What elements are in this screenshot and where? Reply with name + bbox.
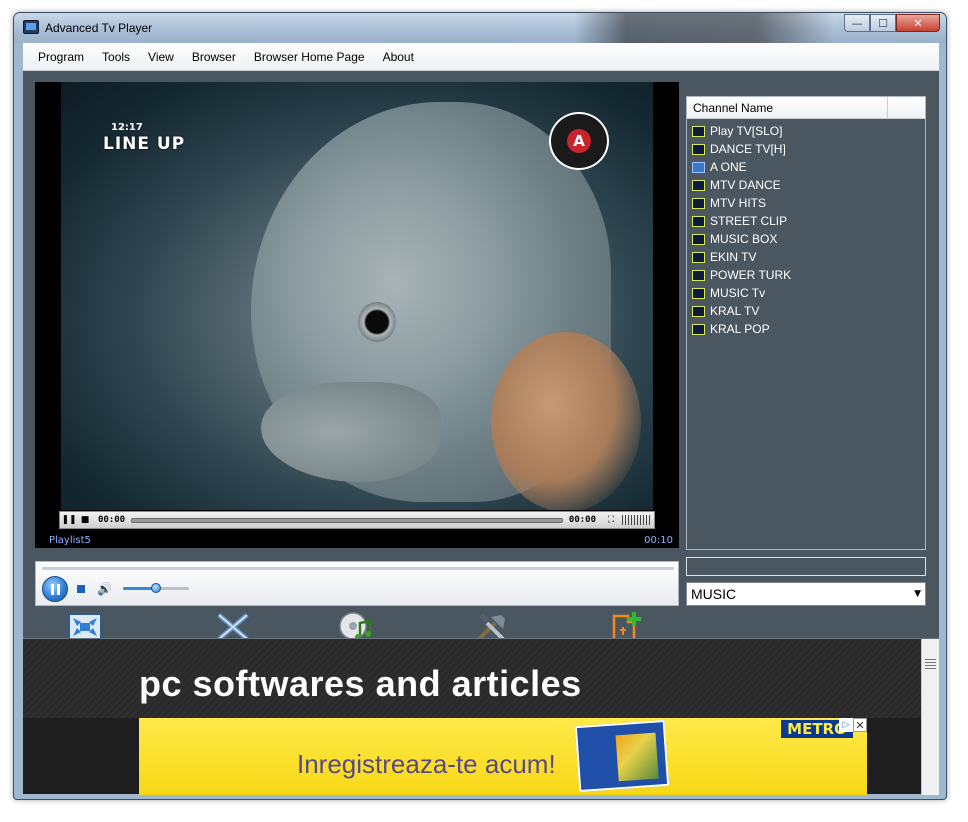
player-client-area: 12:17 LINE UP A ❚❚ ■ 00:00 00:00 ⛶ Playl… [23,71,939,642]
channel-label: MTV HITS [710,196,766,210]
channel-list: Play TV[SLO] DANCE TV[H] A ONE MTV DANCE MTV… [687,119,925,338]
category-dropdown[interactable]: MUSIC ▼ [686,582,926,606]
menu-browser[interactable]: Browser [183,50,245,64]
embedded-volume-icon[interactable] [622,515,650,525]
channel-label: EKIN TV [710,250,757,264]
ad-card-image [574,719,670,793]
channel-logo: A [549,112,609,170]
embedded-browser[interactable]: pc softwares and articles Inregistreaza-… [23,638,939,795]
embedded-controls: ❚❚ ■ 00:00 00:00 ⛶ [59,511,655,529]
channel-logo-letter: A [567,129,591,153]
channel-item[interactable]: KRAL TV [692,302,925,320]
window-title: Advanced Tv Player [45,21,153,35]
tv-icon [692,233,705,245]
category-value: MUSIC [691,586,737,602]
embedded-stop-icon[interactable]: ■ [78,513,92,527]
app-tv-icon[interactable] [23,20,39,34]
title-watermark [574,13,834,43]
channel-item[interactable]: MUSIC Tv [692,284,925,302]
tv-icon [692,305,705,317]
channel-name-column[interactable]: Channel Name [687,97,888,118]
menu-browser-home-page[interactable]: Browser Home Page [245,50,374,64]
minimize-button[interactable]: — [844,14,870,32]
embedded-fullscreen-icon[interactable]: ⛶ [604,513,618,527]
channel-list-panel: Channel Name Play TV[SLO] DANCE TV[H] A ON… [686,96,926,550]
channel-item[interactable]: MTV DANCE [692,176,925,194]
site-tagline: pc softwares and articles [139,663,582,704]
channel-item[interactable]: DANCE TV[H] [692,140,925,158]
tv-icon [692,251,705,263]
tv-icon [692,125,705,137]
video-fish-fin [491,332,641,510]
seek-bar[interactable] [42,567,674,570]
close-button[interactable]: ✕ [896,14,940,32]
menu-about[interactable]: About [374,50,423,64]
video-osd-time: 12:17 [111,122,143,133]
ad-close-icon[interactable]: ✕ [853,718,867,732]
maximize-button[interactable]: ☐ [870,14,896,32]
site-header: pc softwares and articles [23,639,921,718]
tv-icon [692,287,705,299]
channel-label: MUSIC Tv [710,286,766,300]
chevron-down-icon[interactable]: ▼ [914,589,921,599]
pause-button[interactable] [42,576,68,602]
video-picture[interactable]: 12:17 LINE UP A [61,82,653,510]
video-fish-jaw [261,382,441,482]
browser-scrollbar[interactable] [921,639,939,795]
ad-card-photo [615,732,659,782]
menu-program[interactable]: Program [29,50,93,64]
channel-label: MUSIC BOX [710,232,778,246]
tv-icon [692,197,705,209]
playlist-name: Playlist5 [49,535,91,546]
player-controls: 🔊 [35,561,679,606]
channel-label: Play TV[SLO] [710,124,783,138]
menu-tools[interactable]: Tools [93,50,139,64]
playback-time: 00:10 [644,535,673,546]
channel-item[interactable]: A ONE [692,158,925,176]
ad-choices-icon[interactable]: ▷ [839,718,853,732]
tv-icon [692,161,705,173]
embedded-elapsed: 00:00 [98,515,126,525]
volume-knob[interactable] [151,583,161,593]
channel-label: KRAL POP [710,322,770,336]
channel-list-header: Channel Name [687,97,925,119]
scroll-grip-icon[interactable] [925,659,936,669]
channel-item[interactable]: KRAL POP [692,320,925,338]
window-controls: — ☐ ✕ [844,14,940,32]
channel-item[interactable]: MUSIC BOX [692,230,925,248]
volume-slider[interactable] [123,583,189,593]
app-window: Advanced Tv Player — ☐ ✕ Program Tools V… [13,12,947,800]
channel-item[interactable]: Play TV[SLO] [692,122,925,140]
tv-icon [692,215,705,227]
tv-icon [692,269,705,281]
menu-view[interactable]: View [139,50,183,64]
speaker-icon[interactable]: 🔊 [97,582,113,596]
title-bar[interactable]: Advanced Tv Player — ☐ ✕ [14,13,946,43]
tv-icon [692,323,705,335]
channel-label: A ONE [710,160,747,174]
channel-label: POWER TURK [710,268,792,282]
embedded-pause-icon[interactable]: ❚❚ [61,513,76,527]
channel-search-input[interactable] [686,557,926,576]
channel-item[interactable]: MTV HITS [692,194,925,212]
video-frame[interactable]: 12:17 LINE UP A ❚❚ ■ 00:00 00:00 ⛶ Playl… [35,82,679,548]
video-osd-title: LINE UP [103,134,186,154]
channel-item[interactable]: EKIN TV [692,248,925,266]
tv-icon [692,179,705,191]
channel-item[interactable]: STREET CLIP [692,212,925,230]
channel-item[interactable]: POWER TURK [692,266,925,284]
channel-label: KRAL TV [710,304,760,318]
embedded-duration: 00:00 [568,515,596,525]
embedded-seek-bar[interactable] [131,517,563,523]
tv-icon [692,143,705,155]
channel-label: MTV DANCE [710,178,781,192]
stop-button[interactable] [77,585,85,593]
channel-label: DANCE TV[H] [710,142,786,156]
video-fish-eye [358,302,396,342]
channel-label: STREET CLIP [710,214,788,228]
ad-banner[interactable]: Inregistreaza-te acum! METRO ▷ ✕ [139,718,867,795]
menu-bar: Program Tools View Browser Browser Home … [23,43,939,71]
ad-text[interactable]: Inregistreaza-te acum! [297,749,556,780]
